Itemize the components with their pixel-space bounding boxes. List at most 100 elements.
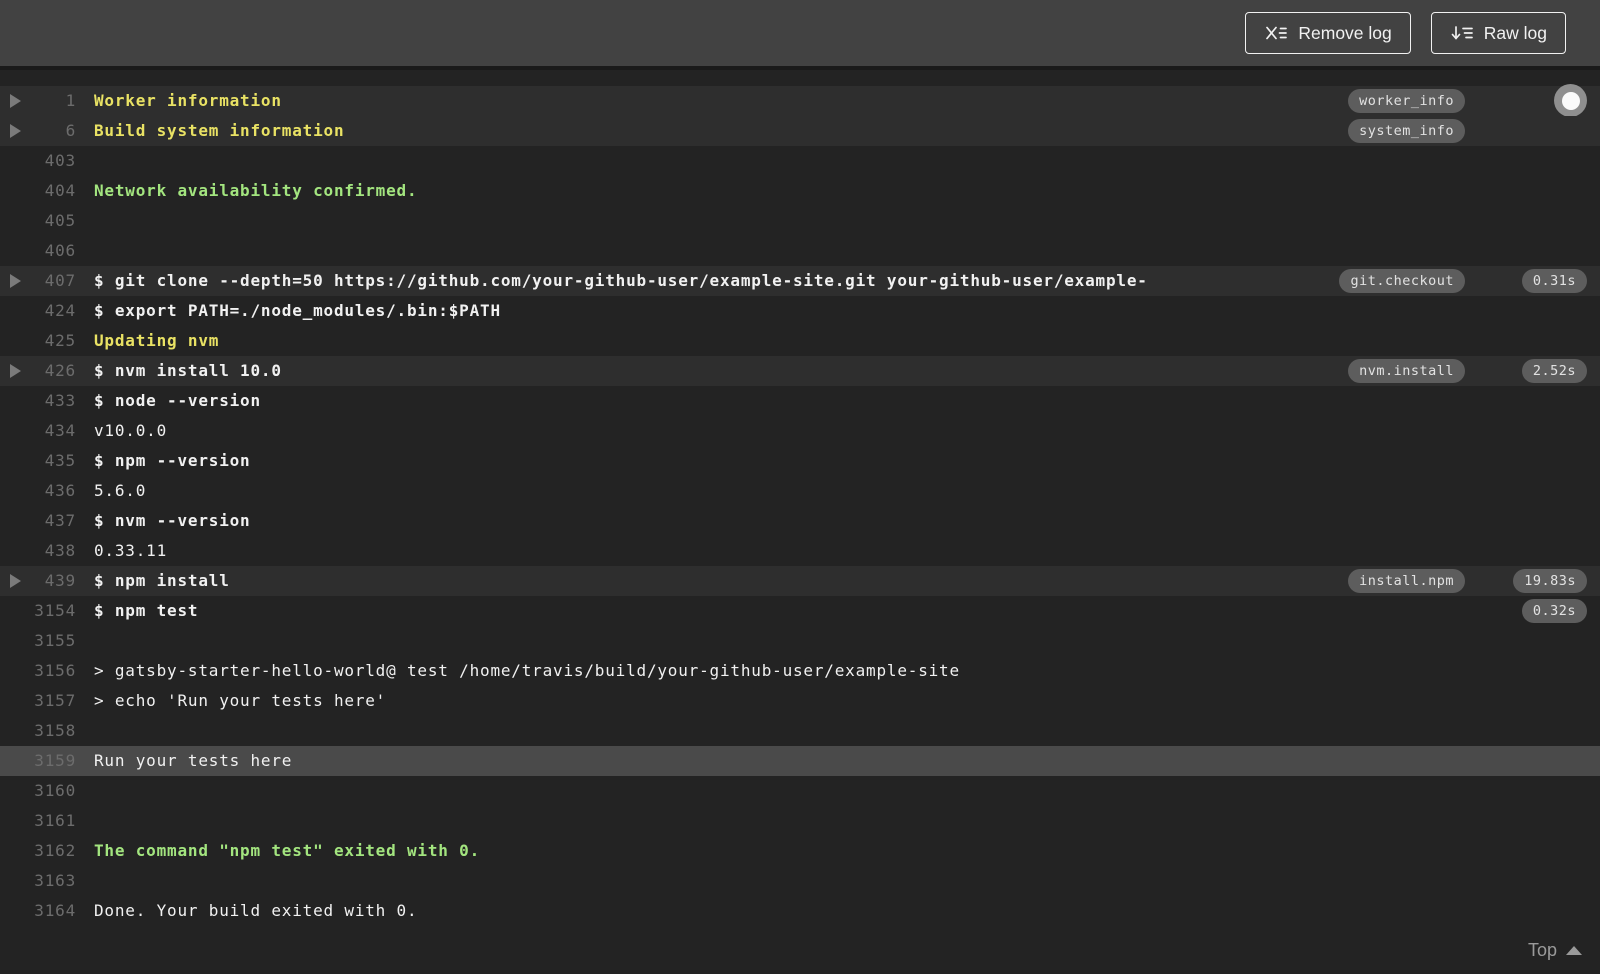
log-text: Done. Your build exited with 0. xyxy=(94,901,418,920)
log-line: 436 5.6.0 xyxy=(0,476,1600,506)
log-line: 426 $ nvm install 10.0 nvm.install 2.52s xyxy=(0,356,1600,386)
log-line: 437 $ nvm --version xyxy=(0,506,1600,536)
duration-badge: 2.52s xyxy=(1521,359,1587,383)
line-number[interactable]: 1 xyxy=(0,86,76,116)
line-number[interactable]: 404 xyxy=(0,176,76,206)
log-line: 3157 > echo 'Run your tests here' xyxy=(0,686,1600,716)
fold-tag-badge: install.npm xyxy=(1348,569,1465,593)
line-number[interactable]: 3159 xyxy=(0,746,76,776)
log-line: 403 xyxy=(0,146,1600,176)
log-text: $ git clone --depth=50 https://github.co… xyxy=(94,271,1148,290)
raw-log-label: Raw log xyxy=(1483,22,1547,43)
log-line: 434 v10.0.0 xyxy=(0,416,1600,446)
log-text: 0.33.11 xyxy=(94,541,168,560)
duration-badge: 19.83s xyxy=(1513,569,1587,593)
log-text: The command "npm test" exited with 0. xyxy=(94,841,481,860)
log-text: $ npm --version xyxy=(94,451,251,470)
duration-badge: 0.32s xyxy=(1521,599,1587,623)
log-text: $ node --version xyxy=(94,391,261,410)
line-number[interactable]: 3162 xyxy=(0,836,76,866)
log-text: Build system information xyxy=(94,121,345,140)
log-line: 3156 > gatsby-starter-hello-world@ test /… xyxy=(0,656,1600,686)
fold-tag-badge: system_info xyxy=(1348,119,1465,143)
log-line: 424 $ export PATH=./node_modules/.bin:$PA… xyxy=(0,296,1600,326)
line-number[interactable]: 403 xyxy=(0,146,76,176)
log-line: 3164 Done. Your build exited with 0. xyxy=(0,896,1600,926)
log-line: 1 Worker information worker_info xyxy=(0,84,1600,117)
scroll-to-top-link[interactable]: Top xyxy=(1528,940,1582,961)
log-line: 3163 xyxy=(0,866,1600,896)
log-text: Run your tests here xyxy=(94,751,293,770)
log-line: 3158 xyxy=(0,716,1600,746)
line-number[interactable]: 3156 xyxy=(0,656,76,686)
log-line: 3162 The command "npm test" exited with 0… xyxy=(0,836,1600,866)
build-log: 1 Worker information worker_info 6 Build sys… xyxy=(0,70,1600,974)
log-line: 406 xyxy=(0,236,1600,266)
line-number[interactable]: 426 xyxy=(0,356,76,386)
log-line: 404 Network availability confirmed. xyxy=(0,176,1600,206)
log-lines: 1 Worker information worker_info 6 Build sys… xyxy=(0,84,1600,926)
log-line: 6 Build system information system_info xyxy=(0,116,1600,146)
log-line: 435 $ npm --version xyxy=(0,446,1600,476)
log-line: 3161 xyxy=(0,806,1600,836)
fold-tag-badge: worker_info xyxy=(1348,89,1465,113)
log-text: 5.6.0 xyxy=(94,481,147,500)
line-number[interactable]: 434 xyxy=(0,416,76,446)
line-number[interactable]: 406 xyxy=(0,236,76,266)
log-line: 3160 xyxy=(0,776,1600,806)
log-toolbar: Remove log Raw log xyxy=(0,0,1600,66)
line-number[interactable]: 3158 xyxy=(0,716,76,746)
log-text: Network availability confirmed. xyxy=(94,181,418,200)
log-text: > gatsby-starter-hello-world@ test /home… xyxy=(94,661,960,680)
line-number[interactable]: 405 xyxy=(0,206,76,236)
log-line: 433 $ node --version xyxy=(0,386,1600,416)
log-line: 425 Updating nvm xyxy=(0,326,1600,356)
line-number[interactable]: 3157 xyxy=(0,686,76,716)
log-footer: Top xyxy=(0,926,1600,974)
log-text: $ nvm install 10.0 xyxy=(94,361,282,380)
line-number[interactable]: 3155 xyxy=(0,626,76,656)
log-line: 439 $ npm install install.npm 19.83s xyxy=(0,566,1600,596)
scroll-indicator-dot xyxy=(1561,91,1580,110)
log-line: 405 xyxy=(0,206,1600,236)
log-text: Updating nvm xyxy=(94,331,220,350)
line-number[interactable]: 3161 xyxy=(0,806,76,836)
line-number[interactable]: 3160 xyxy=(0,776,76,806)
log-text: $ nvm --version xyxy=(94,511,251,530)
line-number[interactable]: 437 xyxy=(0,506,76,536)
log-line: 407 $ git clone --depth=50 https://github… xyxy=(0,266,1600,296)
line-number[interactable]: 433 xyxy=(0,386,76,416)
log-text: Worker information xyxy=(94,91,282,110)
chevron-up-icon xyxy=(1566,945,1582,955)
line-number[interactable]: 436 xyxy=(0,476,76,506)
remove-log-icon xyxy=(1264,23,1288,43)
fold-tag-badge: nvm.install xyxy=(1348,359,1465,383)
log-text: $ npm test xyxy=(94,601,199,620)
line-number[interactable]: 424 xyxy=(0,296,76,326)
log-line: 3155 xyxy=(0,626,1600,656)
remove-log-label: Remove log xyxy=(1298,22,1392,43)
raw-log-button[interactable]: Raw log xyxy=(1430,12,1566,54)
remove-log-button[interactable]: Remove log xyxy=(1245,12,1411,54)
log-text: $ npm install xyxy=(94,571,230,590)
line-number[interactable]: 425 xyxy=(0,326,76,356)
log-line: 3159 Run your tests here xyxy=(0,746,1600,776)
raw-log-icon xyxy=(1450,23,1474,43)
duration-badge: 0.31s xyxy=(1521,269,1587,293)
line-number[interactable]: 435 xyxy=(0,446,76,476)
log-line: 438 0.33.11 xyxy=(0,536,1600,566)
top-link-label: Top xyxy=(1527,939,1557,960)
line-number[interactable]: 3164 xyxy=(0,896,76,926)
log-text: v10.0.0 xyxy=(94,421,168,440)
log-text: > echo 'Run your tests here' xyxy=(94,691,387,710)
line-number[interactable]: 439 xyxy=(0,566,76,596)
fold-tag-badge: git.checkout xyxy=(1339,269,1465,293)
line-number[interactable]: 3163 xyxy=(0,866,76,896)
line-number[interactable]: 407 xyxy=(0,266,76,296)
scroll-indicator[interactable] xyxy=(1554,84,1587,117)
log-line: 3154 $ npm test 0.32s xyxy=(0,596,1600,626)
log-text: $ export PATH=./node_modules/.bin:$PATH xyxy=(94,301,501,320)
line-number[interactable]: 438 xyxy=(0,536,76,566)
line-number[interactable]: 6 xyxy=(0,116,76,146)
line-number[interactable]: 3154 xyxy=(0,596,76,626)
